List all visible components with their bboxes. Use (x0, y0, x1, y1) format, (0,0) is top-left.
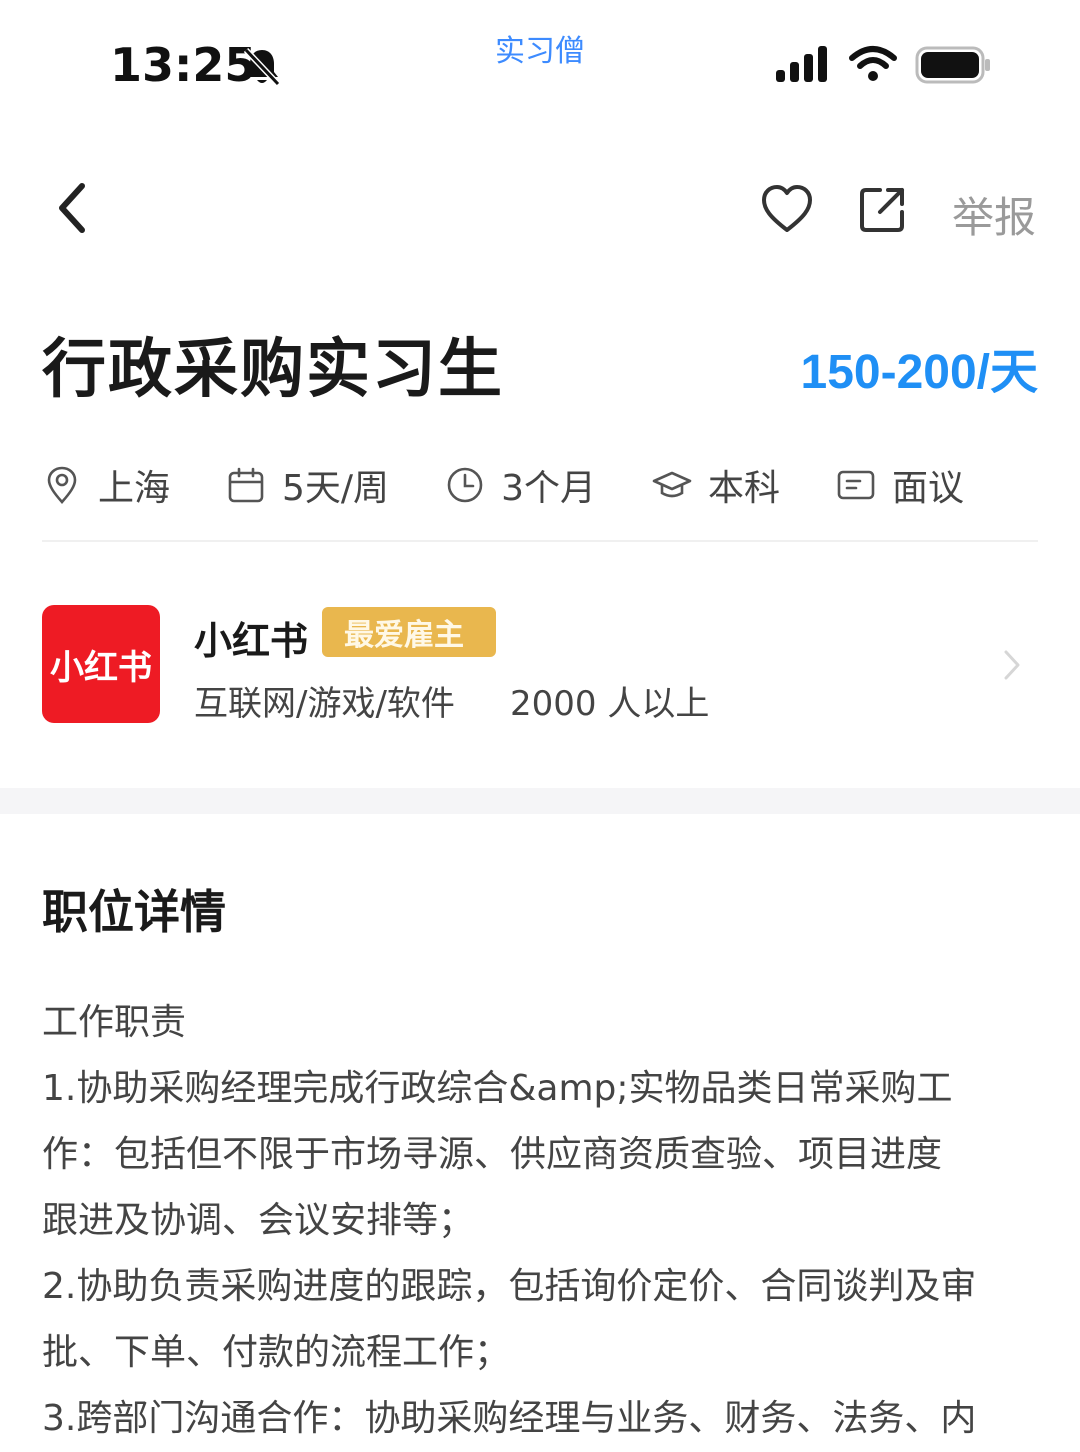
desc-line: 作：包括但不限于市场寻源、供应商资质查验、项目进度 (42, 1134, 943, 1175)
meta-education-text: 本科 (707, 468, 780, 509)
calendar-icon (228, 467, 264, 503)
meta-location-text: 上海 (98, 468, 171, 509)
meta-schedule: 5天/周 (226, 459, 389, 511)
company-logo-text: 小红书 (50, 647, 152, 688)
job-meta-row: 上海 5天/周 3个月 本科 面议 (42, 455, 1020, 515)
meta-duration-text: 3个月 (501, 468, 596, 509)
company-logo[interactable]: 小红书 (42, 605, 160, 723)
divider (42, 540, 1038, 542)
clock-icon (447, 467, 483, 503)
meta-schedule-text: 5天/周 (282, 468, 390, 509)
meta-location: 上海 (42, 459, 170, 511)
job-description: 工作职责 1.协助采购经理完成行政综合&amp;实物品类日常采购工 作：包括但不… (42, 990, 1042, 1452)
share-icon[interactable] (858, 184, 908, 234)
favorite-heart-icon[interactable] (760, 183, 814, 235)
company-industry: 互联网/游戏/软件 (194, 684, 455, 724)
desc-line: 3.跨部门沟通合作：协助采购经理与业务、财务、法务、内 (42, 1398, 977, 1439)
company-size: 2000 人以上 (510, 684, 710, 724)
job-title: 行政采购实习生 (42, 333, 504, 407)
signal-icon (776, 46, 827, 82)
meta-negotiable: 面议 (836, 459, 964, 511)
document-icon (837, 470, 875, 500)
battery-icon (915, 46, 990, 84)
salary-range: 150-200/天 (800, 346, 1039, 399)
desc-line: 1.协助采购经理完成行政综合&amp;实物品类日常采购工 (42, 1068, 953, 1109)
meta-negotiable-text: 面议 (891, 468, 964, 509)
wifi-icon (849, 46, 897, 81)
company-name[interactable]: 小红书 (194, 610, 308, 665)
desc-line: 2.协助负责采购进度的跟踪，包括询价定价、合同谈判及审 (42, 1266, 977, 1307)
location-pin-icon (47, 466, 77, 504)
section-separator (0, 788, 1080, 814)
meta-education: 本科 (652, 459, 780, 511)
desc-line: 跟进及协调、会议安排等； (42, 1200, 475, 1241)
meta-duration: 3个月 (445, 459, 596, 511)
desc-line: 工作职责 (42, 1002, 187, 1043)
graduation-cap-icon (652, 471, 692, 498)
favorite-employer-badge: 最爱雇主 (322, 607, 496, 657)
desc-line: 批、下单、付款的流程工作； (42, 1332, 511, 1373)
badge-label: 最爱雇主 (344, 618, 464, 653)
report-button[interactable]: 举报 (952, 184, 1036, 245)
back-arrow-icon[interactable] (52, 180, 92, 236)
chevron-right-icon[interactable] (1000, 648, 1024, 682)
section-title-job-details: 职位详情 (42, 885, 226, 939)
